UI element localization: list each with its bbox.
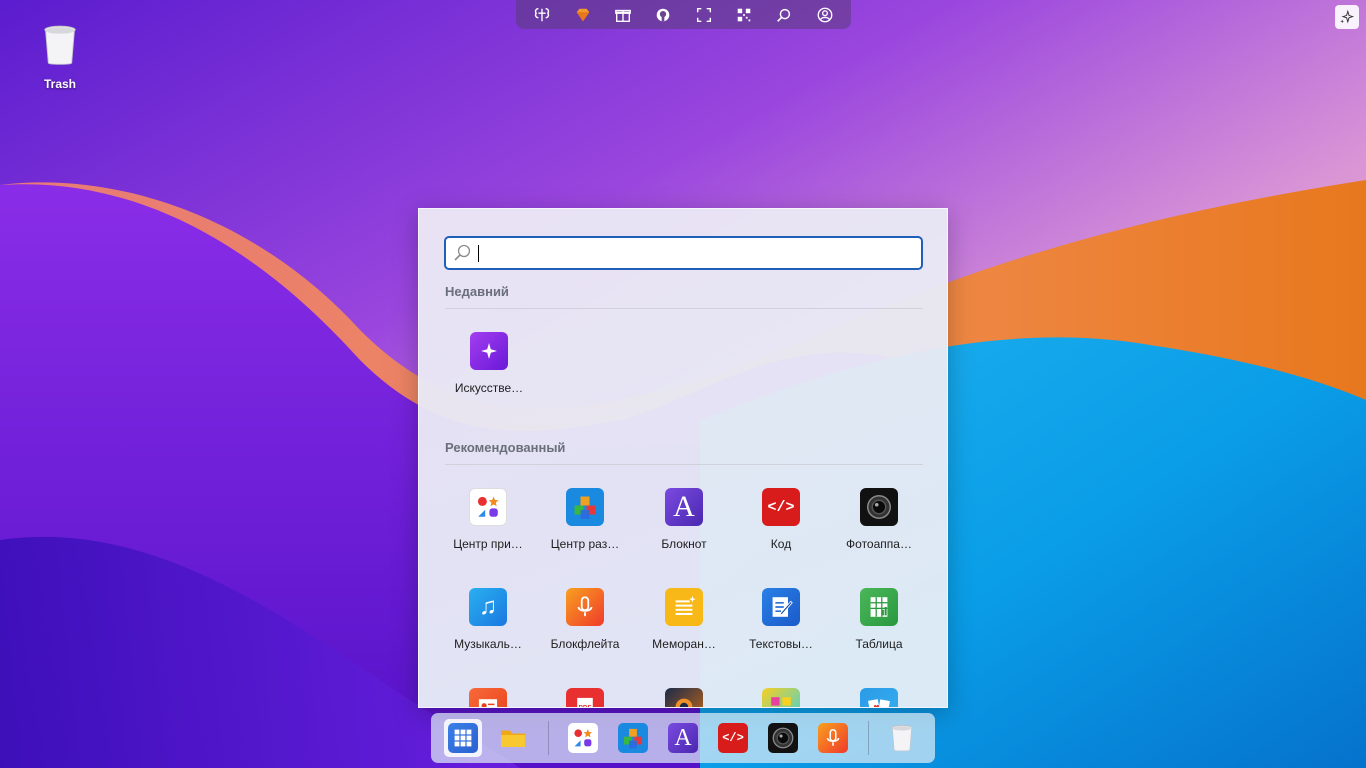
recent-section-title: Недавний bbox=[445, 284, 509, 299]
app-spreadsheet[interactable]: Таблица bbox=[834, 588, 924, 651]
account-icon[interactable] bbox=[813, 3, 837, 27]
ai-sparkle-icon bbox=[470, 332, 508, 370]
app-label: Фотоаппа… bbox=[846, 537, 912, 551]
puzzle-icon bbox=[762, 688, 800, 707]
dock: A </> bbox=[431, 713, 935, 763]
folder-icon bbox=[498, 723, 528, 753]
dock-separator bbox=[548, 721, 549, 755]
text-editor-icon bbox=[762, 588, 800, 626]
cards-icon: ♥ bbox=[860, 688, 898, 708]
search-icon bbox=[454, 244, 471, 261]
dock-recorder[interactable] bbox=[814, 719, 852, 757]
app-label: Центр при… bbox=[453, 537, 523, 551]
app-label: Блокнот bbox=[661, 537, 707, 551]
dock-separator bbox=[868, 721, 869, 755]
code-icon: </> bbox=[762, 488, 800, 526]
microphone-icon bbox=[566, 588, 604, 626]
trash-icon bbox=[887, 723, 917, 753]
app-label: Блокфлейта bbox=[550, 637, 620, 651]
app-camera[interactable]: Фотоаппа… bbox=[834, 488, 924, 551]
fullscreen-icon[interactable] bbox=[692, 3, 716, 27]
memo-icon bbox=[665, 588, 703, 626]
app-pdf[interactable]: PDF bbox=[540, 688, 630, 708]
recent-app-ai[interactable]: Искусстве… bbox=[444, 332, 534, 395]
dock-code[interactable]: </> bbox=[714, 719, 752, 757]
gift-icon[interactable] bbox=[611, 3, 635, 27]
music-note-icon: ♫ bbox=[469, 588, 507, 626]
recent-divider bbox=[445, 308, 923, 309]
start-search-input[interactable] bbox=[485, 240, 921, 266]
ai-assistant-corner-button[interactable] bbox=[1335, 5, 1359, 29]
presentation-icon bbox=[469, 688, 507, 707]
notepad-letter-a-icon: A bbox=[665, 488, 703, 526]
start-menu: Недавний Искусстве… Рекомендованный Цент… bbox=[418, 208, 948, 708]
app-grid-icon bbox=[448, 723, 478, 753]
app-app-center[interactable]: Центр при… bbox=[443, 488, 533, 551]
app-center-icon bbox=[568, 723, 598, 753]
notepad-letter-a-icon: A bbox=[668, 723, 698, 753]
app-label: Центр раз… bbox=[550, 537, 620, 551]
ai-brain-icon[interactable] bbox=[530, 3, 554, 27]
app-label: Код bbox=[770, 537, 792, 551]
spreadsheet-icon bbox=[860, 588, 898, 626]
dev-center-cubes-icon bbox=[566, 488, 604, 526]
game-icon bbox=[665, 688, 703, 707]
trash-icon bbox=[44, 25, 76, 65]
text-caret bbox=[478, 244, 479, 262]
app-music[interactable]: ♫ Музыкаль… bbox=[443, 588, 533, 651]
search-icon[interactable] bbox=[772, 3, 796, 27]
app-text-editor[interactable]: Текстовы… bbox=[736, 588, 826, 651]
app-recorder[interactable]: Блокфлейта bbox=[540, 588, 630, 651]
app-label: Музыкаль… bbox=[454, 637, 522, 651]
dock-app-center[interactable] bbox=[564, 719, 602, 757]
svg-text:♥: ♥ bbox=[873, 704, 879, 708]
app-code[interactable]: </> Код bbox=[736, 488, 826, 551]
gem-icon[interactable] bbox=[571, 3, 595, 27]
app-cards[interactable]: ♥ bbox=[834, 688, 924, 708]
dock-file-manager[interactable] bbox=[494, 719, 532, 757]
app-presentation[interactable] bbox=[443, 688, 533, 707]
code-icon: </> bbox=[718, 723, 748, 753]
desktop-trash[interactable]: Trash bbox=[30, 22, 90, 91]
app-dev-center[interactable]: Центр раз… bbox=[540, 488, 630, 551]
camera-icon bbox=[860, 488, 898, 526]
recommended-section-title: Рекомендованный bbox=[445, 440, 566, 455]
app-label: Искусстве… bbox=[454, 381, 524, 395]
qr-code-icon[interactable] bbox=[732, 3, 756, 27]
app-label: Меморан… bbox=[652, 637, 716, 651]
pdf-icon: PDF bbox=[566, 688, 604, 708]
app-puzzle[interactable] bbox=[736, 688, 826, 707]
app-center-icon bbox=[469, 488, 507, 526]
dev-center-cubes-icon bbox=[618, 723, 648, 753]
camera-icon bbox=[768, 723, 798, 753]
svg-text:PDF: PDF bbox=[579, 705, 592, 708]
app-memo[interactable]: Меморан… bbox=[639, 588, 729, 651]
dock-trash[interactable] bbox=[883, 719, 921, 757]
dock-camera[interactable] bbox=[764, 719, 802, 757]
recommended-divider bbox=[445, 464, 923, 465]
app-notepad[interactable]: A Блокнот bbox=[639, 488, 729, 551]
github-icon[interactable] bbox=[651, 3, 675, 27]
start-search-box[interactable] bbox=[444, 236, 923, 270]
sparkle-icon bbox=[1340, 9, 1355, 24]
microphone-icon bbox=[818, 723, 848, 753]
app-label: Таблица bbox=[855, 637, 903, 651]
dock-dev-center[interactable] bbox=[614, 719, 652, 757]
app-game[interactable] bbox=[639, 688, 729, 707]
top-toolbar bbox=[516, 0, 851, 29]
dock-notepad[interactable]: A bbox=[664, 719, 702, 757]
desktop-trash-label: Trash bbox=[43, 77, 76, 91]
app-label: Текстовы… bbox=[749, 637, 813, 651]
dock-app-launcher[interactable] bbox=[444, 719, 482, 757]
